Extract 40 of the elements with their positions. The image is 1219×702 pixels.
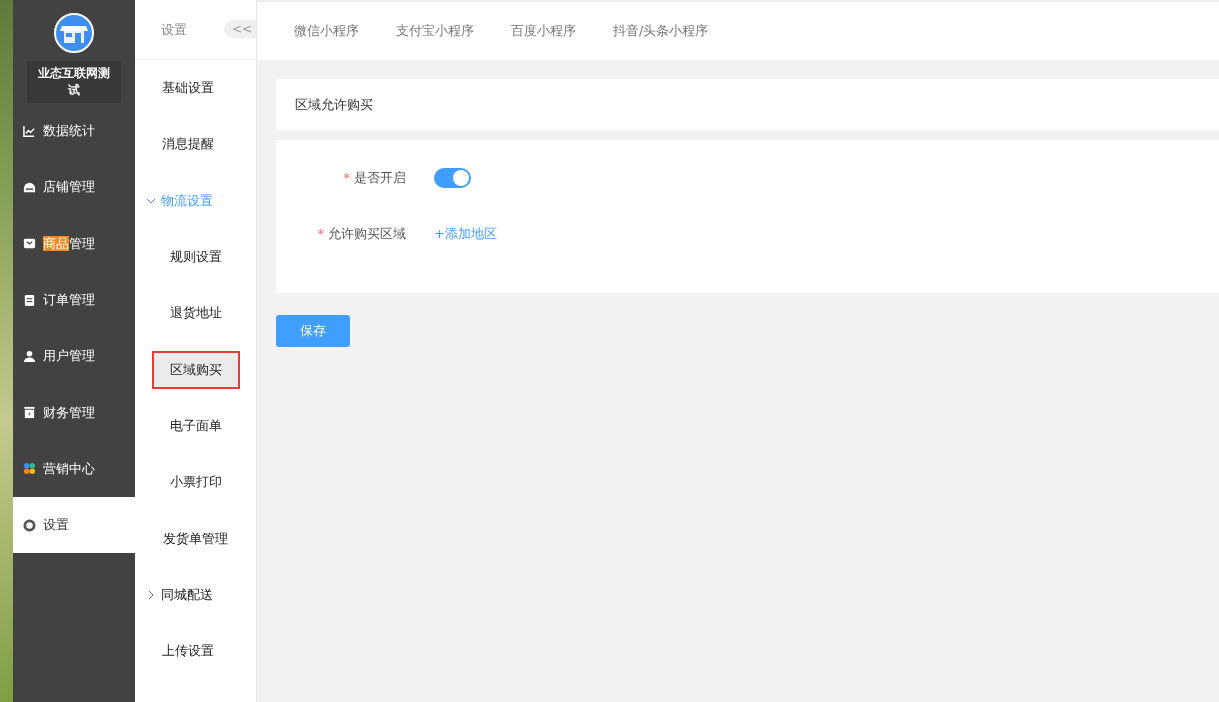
line-chart-icon (23, 124, 36, 138)
submenu-item[interactable]: 小票打印 (151, 463, 240, 502)
nav-item[interactable]: 用户管理 (13, 328, 135, 385)
tab[interactable]: 微信小程序 (294, 18, 359, 44)
nav-item[interactable]: 订单管理 (13, 271, 135, 329)
tab[interactable]: 百度小程序 (511, 18, 576, 44)
chevron-right-icon (146, 589, 156, 600)
submenu-item[interactable]: 消息提醒 (162, 135, 214, 154)
nav-item[interactable]: 数据统计 (13, 103, 135, 160)
card-title: 区域允许购买 (295, 95, 373, 114)
shop-icon (23, 180, 36, 194)
settings-icon (23, 518, 36, 532)
four-dots-icon (23, 462, 36, 476)
envelope-icon (23, 237, 36, 251)
box-icon (23, 406, 36, 420)
submenu-item[interactable]: 基础设置 (162, 79, 214, 98)
submenu-item[interactable]: 电子面单 (151, 406, 240, 445)
clipboard-icon (23, 293, 36, 307)
nav-item[interactable]: 财务管理 (13, 384, 135, 441)
submenu-title: 设置 (161, 20, 187, 39)
field-label: 是否开启 (354, 170, 406, 185)
submenu-item[interactable]: 上传设置 (162, 642, 214, 661)
shop-avatar-icon (54, 13, 94, 53)
submenu-item[interactable]: 退货地址 (151, 294, 240, 333)
submenu-item[interactable]: 规则设置 (151, 238, 240, 277)
store-name: 业态互联网测试 (27, 61, 121, 103)
submenu-item[interactable]: 区域购买 (151, 350, 240, 389)
nav-item[interactable]: 店铺管理 (13, 159, 135, 216)
nav-item[interactable]: 设置 (13, 497, 135, 554)
tab[interactable]: 支付宝小程序 (396, 18, 474, 44)
submenu-item[interactable]: 发货单管理 (151, 519, 240, 558)
field-label: 允许购买区域 (328, 226, 406, 241)
nav-item[interactable]: 营销中心 (13, 440, 135, 498)
nav-item[interactable]: 商品管理 (13, 215, 135, 272)
required-mark: * (343, 170, 350, 185)
tab[interactable]: 抖音/头条小程序 (613, 18, 709, 44)
required-mark: * (317, 226, 324, 241)
submenu-group[interactable]: 同城配送 (135, 566, 256, 623)
user-icon (23, 349, 36, 363)
toggle-switch[interactable] (434, 168, 471, 188)
